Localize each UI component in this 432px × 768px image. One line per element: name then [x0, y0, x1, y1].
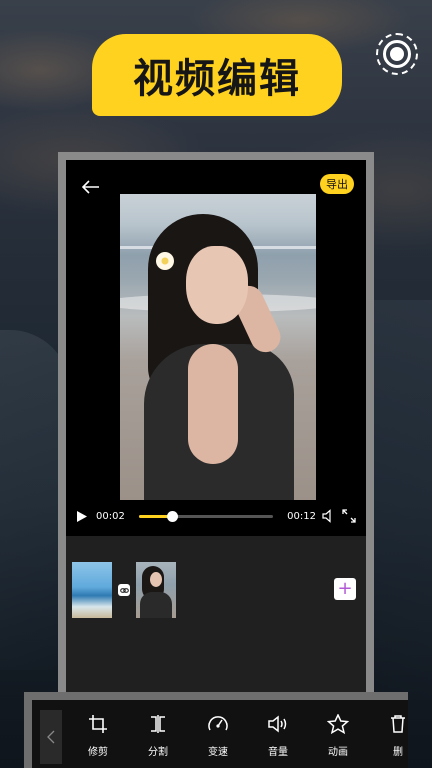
play-icon [77, 510, 87, 522]
tool-trim[interactable]: 修剪 [78, 714, 118, 759]
title-banner: 视频编辑 [92, 34, 342, 116]
timeline-track: + [66, 536, 366, 694]
tool-volume-label: 音量 [268, 747, 288, 758]
transition-link-button[interactable] [118, 584, 130, 596]
crop-icon [89, 715, 107, 733]
phone-frame: 导出 00:02 00:12 + [58, 152, 374, 702]
editor-screen: 导出 00:02 00:12 + [66, 160, 366, 694]
delete-icon [391, 715, 405, 733]
video-preview[interactable] [120, 194, 316, 500]
chevron-left-icon [47, 730, 55, 744]
volume-icon [268, 715, 287, 733]
play-button[interactable] [76, 509, 90, 523]
timeline-clip-sea[interactable] [72, 562, 112, 618]
tool-delete[interactable]: 删 [378, 714, 408, 759]
tool-animation-label: 动画 [328, 747, 348, 758]
back-arrow-icon [82, 180, 99, 194]
tool-split-label: 分割 [148, 747, 168, 758]
progress-slider[interactable] [138, 510, 274, 522]
edit-toolbar: 修剪 分割 变速 音量 动画 删 [24, 692, 408, 768]
mute-button[interactable] [322, 509, 336, 523]
record-button[interactable] [376, 33, 418, 75]
plus-icon: + [337, 578, 353, 599]
speaker-icon [322, 509, 331, 523]
tool-animation[interactable]: 动画 [318, 714, 358, 759]
speed-icon [208, 716, 228, 731]
toolbar-collapse-button[interactable] [40, 710, 62, 764]
add-clip-button[interactable]: + [334, 578, 356, 600]
tool-volume[interactable]: 音量 [258, 714, 298, 759]
tool-trim-label: 修剪 [88, 747, 108, 758]
tool-split[interactable]: 分割 [138, 714, 178, 759]
tool-delete-label: 删 [393, 747, 403, 758]
fullscreen-button[interactable] [342, 509, 356, 523]
fullscreen-icon [342, 509, 356, 523]
link-icon [119, 587, 129, 593]
back-button[interactable] [78, 174, 104, 200]
progress-thumb[interactable] [167, 510, 179, 522]
tool-speed-label: 变速 [208, 747, 228, 758]
background-shore-right [372, 300, 432, 700]
record-icon [383, 40, 411, 68]
banner-title: 视频编辑 [133, 56, 301, 102]
star-icon [327, 714, 349, 734]
split-icon [151, 715, 165, 733]
total-time: 00:12 [287, 510, 316, 522]
timeline-clip-portrait[interactable] [136, 562, 176, 618]
tool-speed[interactable]: 变速 [198, 714, 238, 759]
export-button[interactable]: 导出 [320, 174, 354, 194]
current-time: 00:02 [96, 510, 125, 522]
hair-flower [156, 252, 174, 270]
player-bar: 00:02 00:12 [66, 502, 366, 530]
